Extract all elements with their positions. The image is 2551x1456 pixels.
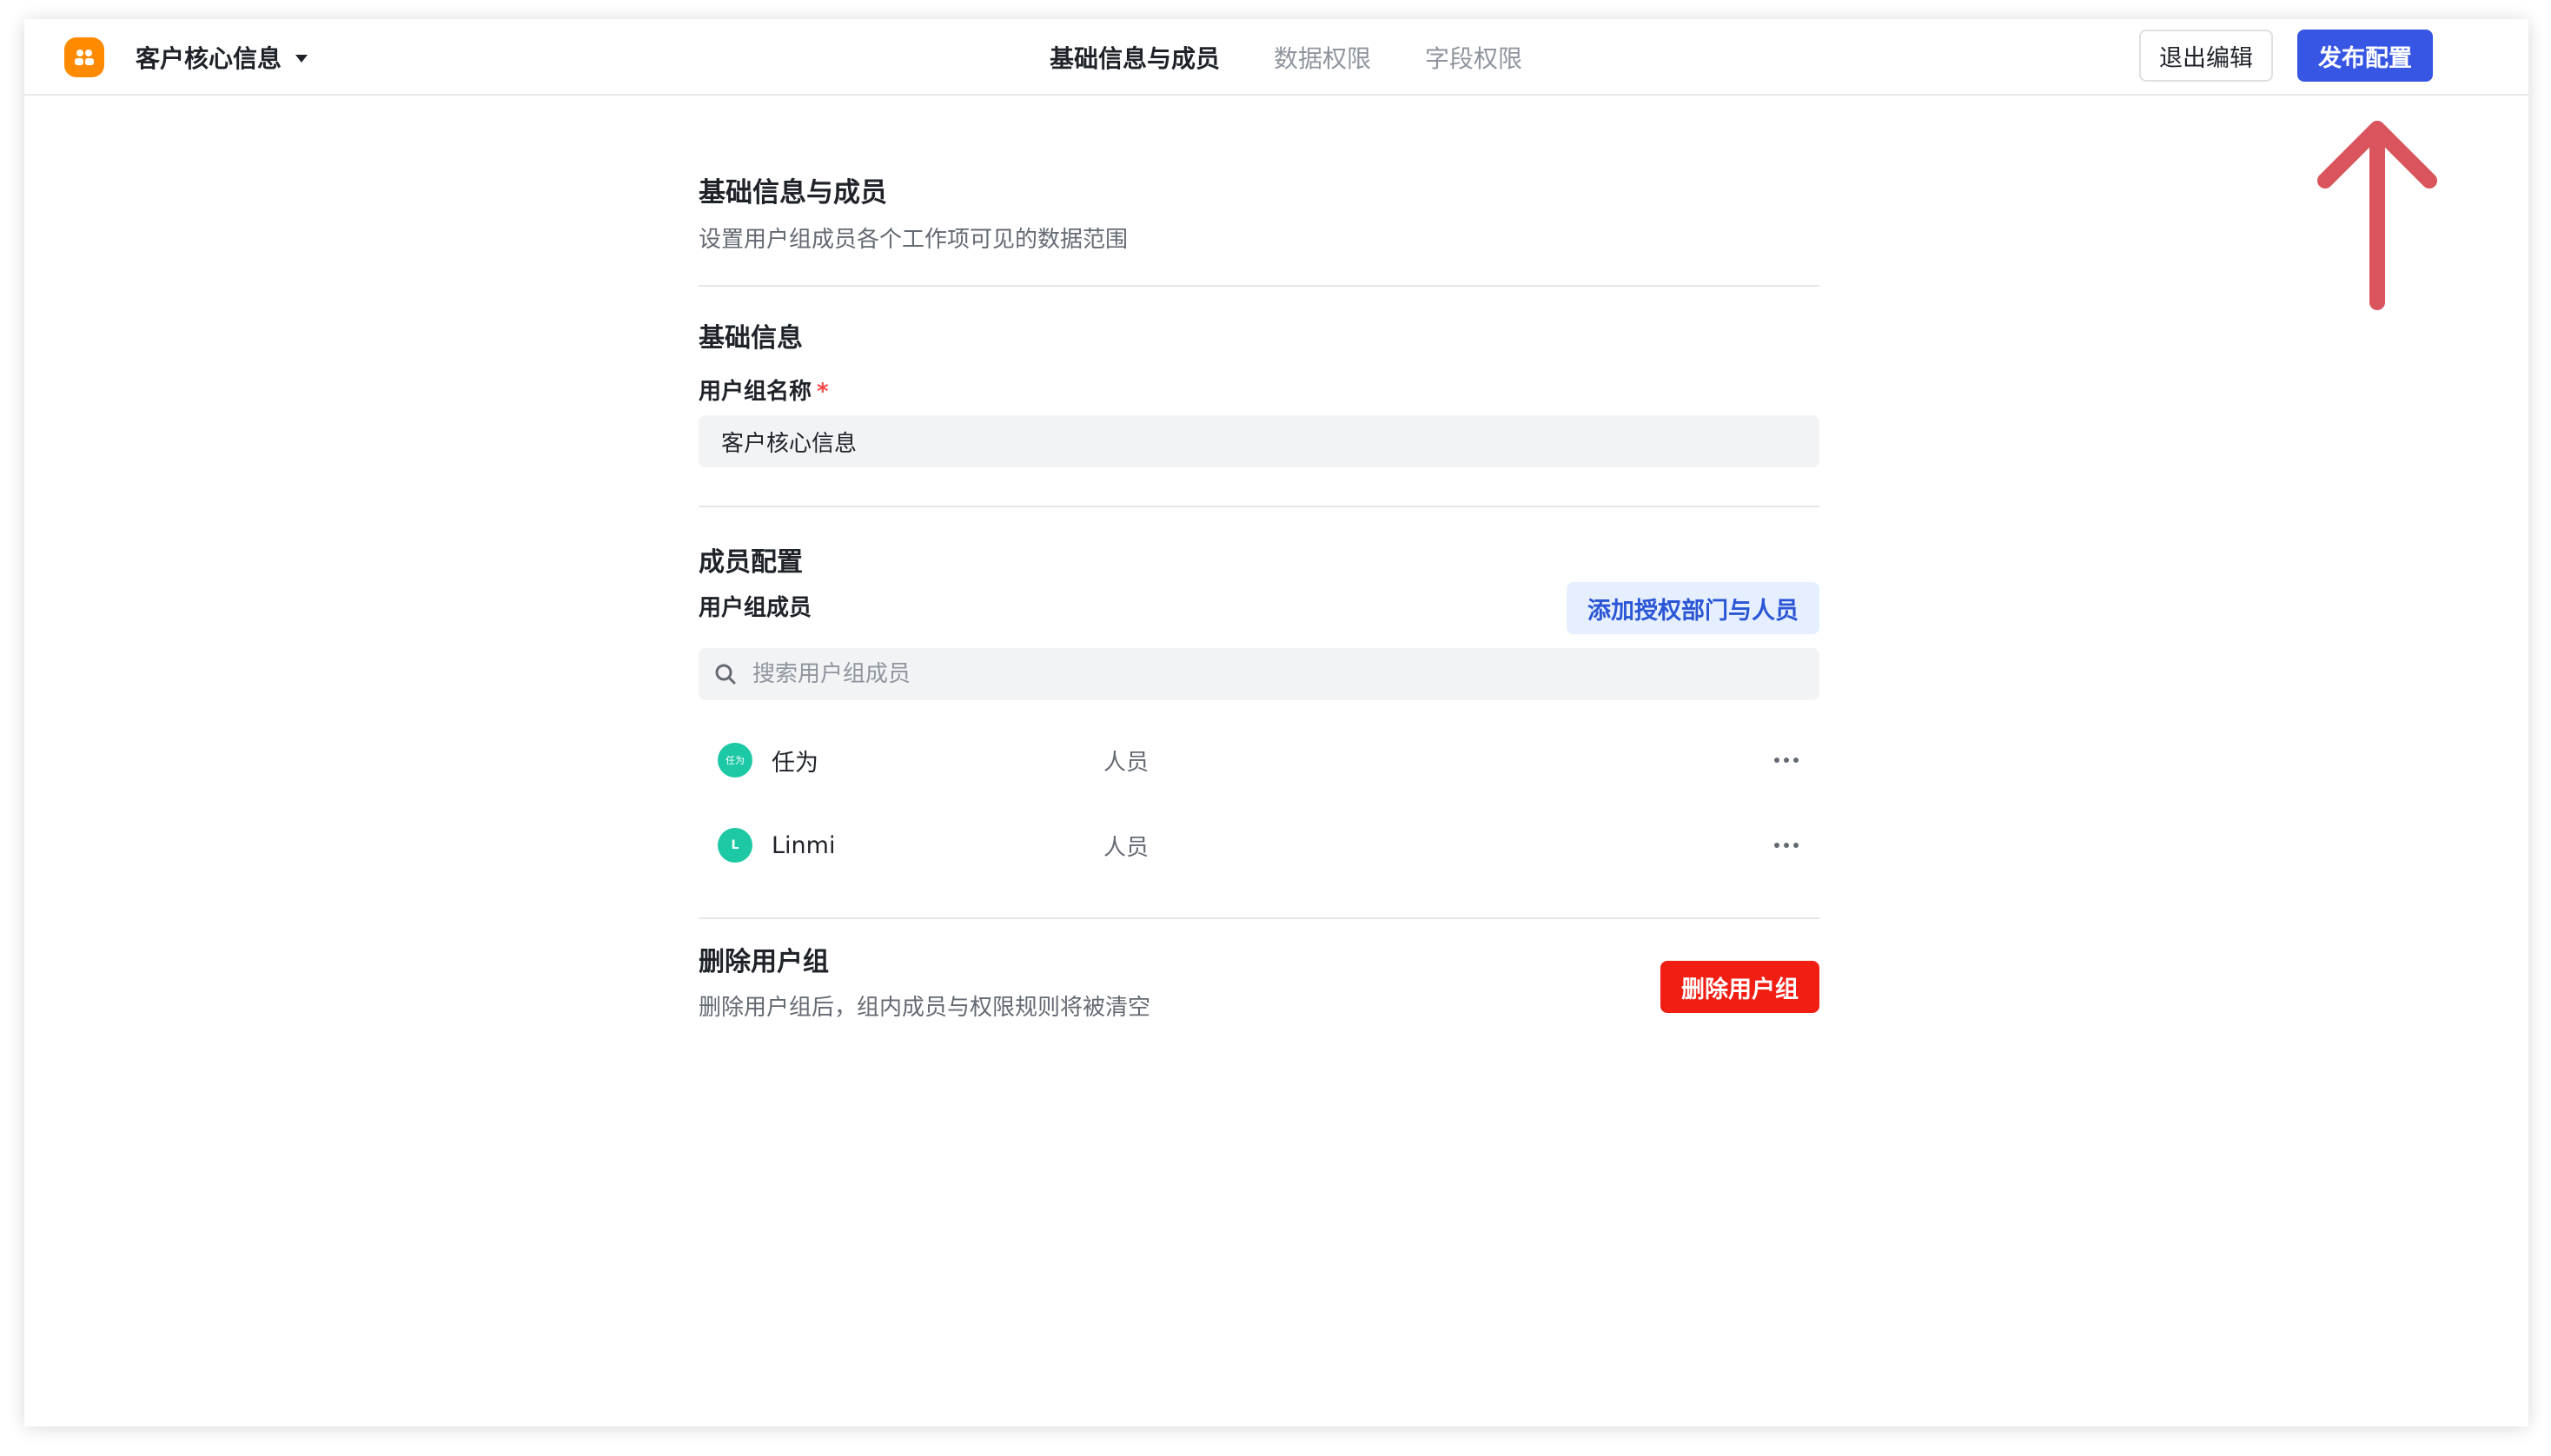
add-department-people-button[interactable]: 添加授权部门与人员	[1567, 582, 1819, 634]
delete-group-button[interactable]: 删除用户组	[1660, 961, 1819, 1013]
delete-group-section: 删除用户组 删除用户组后，组内成员与权限规则将被清空 删除用户组	[699, 943, 1819, 1025]
divider	[699, 285, 1819, 287]
member-search-box[interactable]	[699, 648, 1819, 700]
group-selector[interactable]: 客户核心信息	[136, 38, 308, 76]
user-group-icon	[64, 37, 104, 77]
member-name: 任为	[772, 749, 818, 777]
member-list-header: 用户组成员 添加授权部门与人员	[699, 582, 1819, 634]
tab-data-permissions[interactable]: 数据权限	[1274, 40, 1371, 75]
tab-bar: 基础信息与成员 数据权限 字段权限	[1050, 38, 1522, 76]
main-content: 基础信息与成员 设置用户组成员各个工作项可见的数据范围 基础信息 用户组名称 * …	[699, 174, 1819, 1025]
member-type: 人员	[1103, 834, 1150, 861]
app-window: 客户核心信息 基础信息与成员 数据权限 字段权限 退出编辑 发布配置 基础信息与…	[24, 19, 2528, 1426]
basic-info-title: 基础信息	[699, 323, 803, 354]
tab-field-permissions[interactable]: 字段权限	[1425, 40, 1522, 75]
page-title: 基础信息与成员	[699, 177, 887, 208]
top-bar: 客户核心信息 基础信息与成员 数据权限 字段权限 退出编辑 发布配置	[24, 19, 2528, 96]
member-row[interactable]: L Linmi 人员	[699, 803, 1819, 888]
group-name-label-text: 用户组名称	[699, 379, 812, 405]
member-config-title: 成员配置	[699, 547, 803, 578]
search-icon	[715, 664, 736, 685]
caret-down-icon	[295, 54, 308, 63]
page-subtitle: 设置用户组成员各个工作项可见的数据范围	[699, 227, 1129, 253]
member-search-input[interactable]	[752, 661, 1621, 687]
divider	[699, 506, 1819, 507]
more-options-icon[interactable]	[1769, 747, 1804, 773]
required-mark: *	[817, 379, 829, 405]
member-list-label: 用户组成员	[699, 595, 812, 621]
group-selector-label: 客户核心信息	[136, 44, 282, 73]
publish-config-button[interactable]: 发布配置	[2297, 30, 2433, 82]
member-row[interactable]: 任为 任为 人员	[699, 718, 1819, 803]
more-options-icon[interactable]	[1769, 832, 1804, 858]
member-name: Linmi	[772, 831, 836, 859]
member-list: 任为 任为 人员 L Linmi 人员	[699, 718, 1819, 888]
avatar: 任为	[718, 743, 752, 778]
group-name-value: 客户核心信息	[721, 430, 858, 457]
avatar: L	[718, 828, 752, 863]
divider	[699, 917, 1819, 919]
annotation-arrow-icon	[2312, 116, 2442, 315]
member-type: 人员	[1103, 749, 1150, 776]
group-name-input[interactable]: 客户核心信息	[699, 415, 1819, 467]
tab-basic-info-members[interactable]: 基础信息与成员	[1050, 40, 1220, 75]
delete-group-desc: 删除用户组后，组内成员与权限规则将被清空	[699, 995, 1151, 1021]
group-name-label: 用户组名称 *	[699, 375, 1819, 408]
exit-edit-button[interactable]: 退出编辑	[2139, 30, 2273, 82]
delete-group-title: 删除用户组	[699, 947, 829, 977]
